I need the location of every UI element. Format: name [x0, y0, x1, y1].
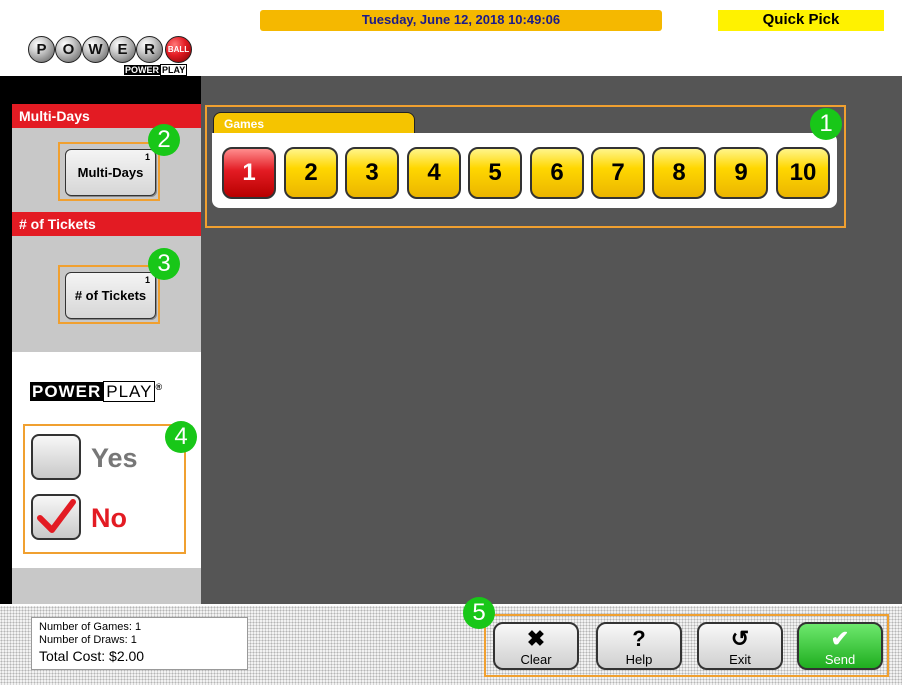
help-label: Help [625, 652, 653, 667]
game-button-9[interactable]: 9 [714, 147, 768, 199]
send-button[interactable]: ✔ Send [797, 622, 883, 670]
game-button-1[interactable]: 1 [222, 147, 276, 199]
logo-powerplay: POWER PLAY [124, 64, 188, 76]
step-badge-3: 3 [148, 248, 180, 280]
games-count: Number of Games: 1 [39, 621, 142, 633]
logo-ball: W [82, 36, 109, 63]
undo-icon: ↺ [730, 626, 750, 651]
exit-button[interactable]: ↺ Exit [697, 622, 783, 670]
draws-count: Number of Draws: 1 [39, 634, 137, 646]
logo-powerball: BALL [165, 36, 192, 63]
multi-days-heading: Multi-Days [12, 104, 201, 128]
game-button-4[interactable]: 4 [407, 147, 461, 199]
tickets-heading: # of Tickets [12, 212, 201, 236]
logo-ball: O [55, 36, 82, 63]
total-cost: Total Cost: $2.00 [39, 648, 145, 664]
game-button-10[interactable]: 10 [776, 147, 830, 199]
game-button-7[interactable]: 7 [591, 147, 645, 199]
send-label: Send [824, 652, 856, 667]
logo-ball: R [136, 36, 163, 63]
logo-ball: P [28, 36, 55, 63]
multi-days-count: 1 [144, 152, 150, 162]
exit-label: Exit [729, 652, 751, 667]
step-badge-2: 2 [148, 124, 180, 156]
order-summary: Number of Games: 1 Number of Draws: 1 To… [31, 617, 248, 670]
quick-pick-label: Quick Pick [718, 10, 884, 31]
help-button[interactable]: ? Help [596, 622, 682, 670]
clear-label: Clear [520, 652, 552, 667]
help-icon: ? [632, 626, 646, 651]
powerball-logo: P O W E R BALL POWER PLAY [28, 36, 196, 76]
game-button-8[interactable]: 8 [652, 147, 706, 199]
step-badge-5: 5 [463, 597, 495, 629]
checkmark-icon [37, 499, 76, 533]
datetime-display: Tuesday, June 12, 2018 10:49:06 [260, 10, 662, 31]
check-circle-icon: ✔ [830, 626, 850, 651]
powerplay-logo: POWER PLAY ® [30, 380, 164, 402]
tickets-button[interactable]: # of Tickets 1 [65, 272, 156, 319]
clear-icon: ✖︎ [526, 626, 546, 651]
game-button-2[interactable]: 2 [284, 147, 338, 199]
clear-button[interactable]: ✖︎ Clear [493, 622, 579, 670]
powerplay-yes-checkbox[interactable] [31, 434, 81, 480]
step-badge-4: 4 [165, 421, 197, 453]
logo-ball: E [109, 36, 136, 63]
games-tab: Games [213, 112, 415, 134]
powerplay-no-checkbox[interactable] [31, 494, 81, 540]
step-badge-1: 1 [810, 108, 842, 140]
game-button-6[interactable]: 6 [530, 147, 584, 199]
game-button-3[interactable]: 3 [345, 147, 399, 199]
multi-days-button[interactable]: Multi-Days 1 [65, 149, 156, 196]
powerplay-no-label: No [91, 503, 127, 533]
game-button-5[interactable]: 5 [468, 147, 522, 199]
tickets-count: 1 [144, 275, 150, 285]
powerplay-yes-label: Yes [91, 443, 138, 473]
